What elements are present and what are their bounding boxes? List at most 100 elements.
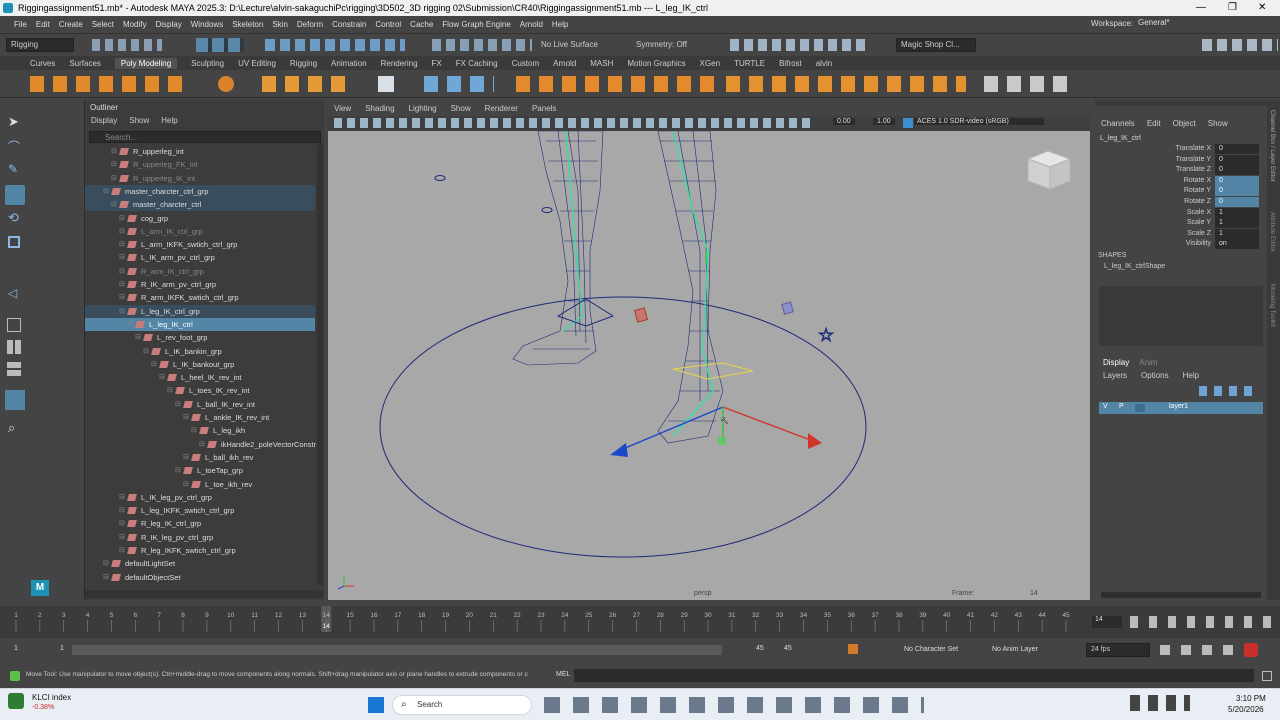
sphere-icon[interactable] xyxy=(218,76,234,92)
outliner-row[interactable]: ⊟ L_leg_IK_ctrl_grp xyxy=(85,304,315,318)
outliner-row[interactable]: ⊟ R_arm_IKFK_swtich_ctrl_grp xyxy=(85,291,315,304)
rotate-tool-icon[interactable]: ⟲ xyxy=(8,210,19,226)
expand-toggle-icon[interactable]: ⊟ xyxy=(119,251,125,264)
outliner-row[interactable]: ⊟ L_ball_IK_rev_int xyxy=(85,398,315,411)
cb-attr-value[interactable]: 0 xyxy=(1215,197,1259,207)
system-tray-icons[interactable] xyxy=(1130,695,1190,711)
mesh-tool-icons[interactable] xyxy=(424,76,494,92)
range-inner-start-field[interactable]: 1 xyxy=(60,645,64,652)
extra-tool-icons[interactable] xyxy=(984,76,1074,92)
snap-icons[interactable] xyxy=(265,39,405,51)
lasso-tool-icon[interactable]: ⌒ xyxy=(8,138,20,155)
side-tab-modeling-toolkit[interactable]: Modeling Toolkit xyxy=(1269,284,1275,327)
layer-visibility-toggle[interactable]: V xyxy=(1103,403,1108,410)
outliner-row[interactable]: ⊟ R_leg_IK_ctrl_grp xyxy=(85,517,315,530)
shelf-tab-turtle[interactable]: TURTLE xyxy=(734,59,765,68)
expand-toggle-icon[interactable]: ⊟ xyxy=(175,464,181,477)
current-frame-field[interactable]: 14 xyxy=(1092,616,1122,628)
outliner-row[interactable]: ⊟ L_leg_IKFK_swtich_ctrl_grp xyxy=(85,504,315,517)
expand-toggle-icon[interactable]: ⊟ xyxy=(183,451,189,464)
range-end-field[interactable]: 45 xyxy=(784,645,792,652)
shelf-tab-curves[interactable]: Curves xyxy=(30,59,55,68)
character-set-select[interactable]: No Character Set xyxy=(904,646,958,653)
two-pane-icon[interactable] xyxy=(7,362,21,376)
menu-modify[interactable]: Modify xyxy=(123,20,147,29)
paint-select-icon[interactable]: ✎ xyxy=(8,162,18,176)
range-inner-end-field[interactable]: 45 xyxy=(756,645,764,652)
expand-toggle-icon[interactable]: ⊟ xyxy=(143,345,149,358)
outliner-scrollbar[interactable] xyxy=(317,145,323,585)
shelf-tab-bifrost[interactable]: Bifrost xyxy=(779,59,802,68)
expand-toggle-icon[interactable]: ⊟ xyxy=(119,212,125,225)
outliner-row[interactable]: ⊟ L_arm_IK_ctrl_grp xyxy=(85,225,315,238)
outliner-row[interactable]: ⊟ L_arm_IKFK_swtich_ctrl_grp xyxy=(85,238,315,251)
menu-skin[interactable]: Skin xyxy=(272,20,288,29)
outliner-row[interactable]: ⊟ R_leg_IKFK_swtich_ctrl_grp xyxy=(85,544,315,557)
cb-tab-channels[interactable]: Channels xyxy=(1101,119,1135,128)
expand-toggle-icon[interactable]: ⊟ xyxy=(103,185,109,198)
windows-start-icon[interactable] xyxy=(368,697,384,713)
command-line-input[interactable] xyxy=(574,669,1254,682)
expand-toggle-icon[interactable]: ⊟ xyxy=(159,371,165,384)
range-start-field[interactable]: 1 xyxy=(14,645,18,652)
vp-menu-show[interactable]: Show xyxy=(451,104,471,113)
side-tab-attribute-editor[interactable]: Attribute Editor xyxy=(1269,212,1275,252)
create-tool-icons[interactable] xyxy=(262,76,352,92)
layer-menu-help[interactable]: Help xyxy=(1183,371,1199,380)
menu-create[interactable]: Create xyxy=(59,20,83,29)
expand-toggle-icon[interactable]: ⊟ xyxy=(199,438,205,451)
scale-tool-icon[interactable] xyxy=(8,236,20,248)
expand-toggle-icon[interactable]: ⊟ xyxy=(111,172,117,185)
expand-toggle-icon[interactable]: ⊟ xyxy=(119,504,125,517)
live-surface-label[interactable]: No Live Surface xyxy=(541,40,598,49)
shelf-tab-rigging[interactable]: Rigging xyxy=(290,59,317,68)
outliner-row[interactable]: ⊟ cog_grp xyxy=(85,212,315,225)
expand-toggle-icon[interactable]: ⊟ xyxy=(175,398,181,411)
expand-toggle-icon[interactable]: ⊟ xyxy=(111,198,117,211)
shelf-tab-poly-modeling[interactable]: Poly Modeling xyxy=(114,57,178,69)
vp-menu-view[interactable]: View xyxy=(334,104,351,113)
expand-toggle-icon[interactable]: ⊟ xyxy=(167,384,173,397)
layer-tab-display[interactable]: Display xyxy=(1103,358,1129,370)
shelf-tab-fx-caching[interactable]: FX Caching xyxy=(456,59,498,68)
cb-attr-value[interactable]: 1 xyxy=(1215,218,1259,229)
cb-attr-value[interactable]: on xyxy=(1215,239,1259,250)
workspace-select[interactable]: General* xyxy=(1134,17,1224,31)
layer-tab-anim[interactable]: Anim xyxy=(1139,358,1157,370)
outliner-row[interactable]: ⊟ R_upperleg_IK_int xyxy=(85,172,315,185)
outliner-row[interactable]: ⊟ L_toes_IK_rev_int xyxy=(85,384,315,397)
shelf-tab-sculpting[interactable]: Sculpting xyxy=(191,59,224,68)
far-clip-field[interactable]: 1.00 xyxy=(873,118,895,125)
expand-toggle-icon[interactable]: ⊟ xyxy=(191,424,197,437)
stock-name[interactable]: KLCI index xyxy=(32,693,71,702)
menu-cache[interactable]: Cache xyxy=(410,20,433,29)
outliner-row[interactable]: ⊟ R_IK_arm_pv_ctrl_grp xyxy=(85,278,315,291)
record-icon[interactable] xyxy=(1244,643,1258,657)
layer-color-swatch[interactable] xyxy=(1135,404,1145,412)
outliner-row[interactable]: ⊟ defaultObjectSet xyxy=(85,571,315,584)
outliner-row[interactable]: ⊟ L_IK_bankout_grp xyxy=(85,358,315,371)
minimize-button[interactable]: — xyxy=(1196,0,1206,16)
expand-toggle-icon[interactable]: ⊟ xyxy=(119,291,125,304)
expand-toggle-icon[interactable]: ⊟ xyxy=(119,491,125,504)
search-icon[interactable]: ⌕ xyxy=(8,420,15,436)
expand-toggle-icon[interactable]: ⊟ xyxy=(103,557,109,570)
outliner-row[interactable]: ⊟ L_toeTap_grp xyxy=(85,464,315,477)
outliner-hscrollbar[interactable] xyxy=(85,590,323,598)
shelf-tab-surfaces[interactable]: Surfaces xyxy=(69,59,101,68)
cb-attr-value[interactable]: 0 xyxy=(1215,154,1259,165)
shelf-tab-motion-graphics[interactable]: Motion Graphics xyxy=(627,59,685,68)
shelf-tab-alvin[interactable]: alvin xyxy=(816,59,832,68)
selection-mode-icons[interactable] xyxy=(196,38,244,52)
outliner-row[interactable]: ⊟ L_heel_IK_rev_int xyxy=(85,371,315,384)
render-icons[interactable] xyxy=(730,39,865,51)
outliner-row[interactable]: ⊟ R_upperleg_FK_int xyxy=(85,158,315,171)
cb-attr-name[interactable]: Rotate X xyxy=(1184,176,1211,186)
cb-attr-value[interactable]: 0 xyxy=(1215,144,1259,154)
outliner-row[interactable]: ⊟ R_IK_leg_pv_ctrl_grp xyxy=(85,531,315,544)
expand-toggle-icon[interactable]: ⊟ xyxy=(119,531,125,544)
cb-attr-name[interactable]: Scale X xyxy=(1187,208,1211,218)
shelf-tab-rendering[interactable]: Rendering xyxy=(381,59,418,68)
expand-toggle-icon[interactable]: ⊟ xyxy=(119,517,125,530)
outliner-menu-help[interactable]: Help xyxy=(161,116,177,125)
